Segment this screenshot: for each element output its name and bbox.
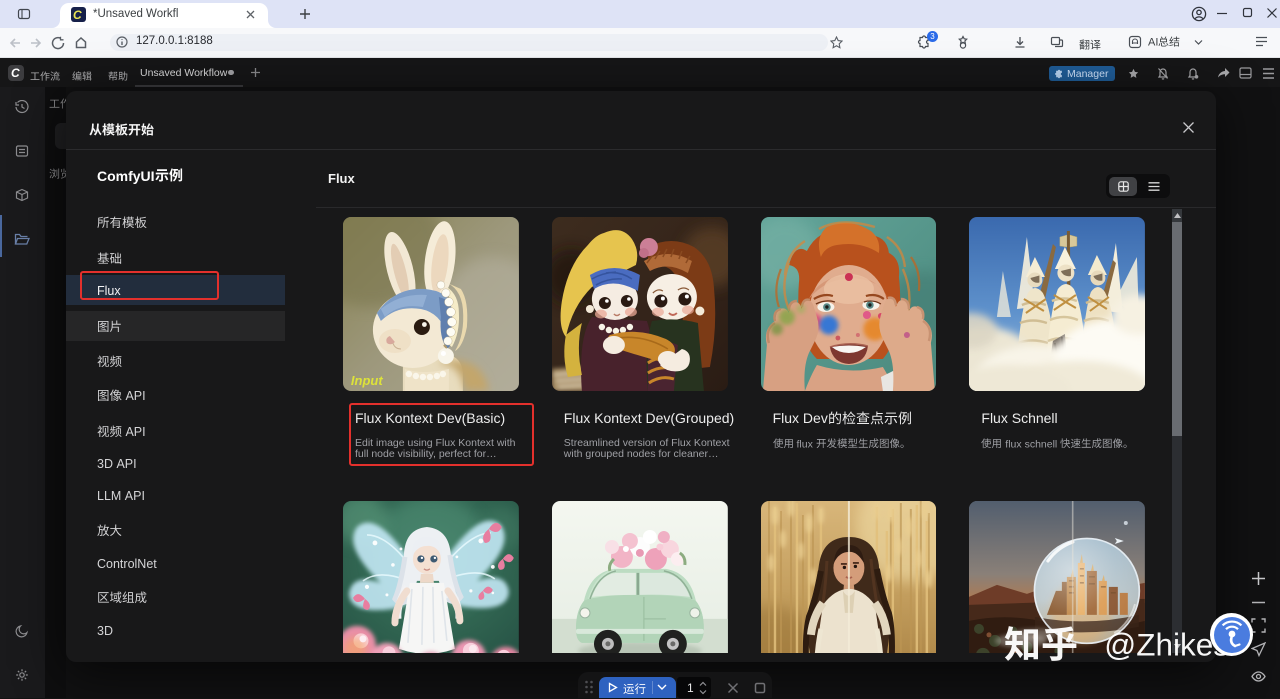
svg-text:Input: Input: [351, 373, 383, 388]
